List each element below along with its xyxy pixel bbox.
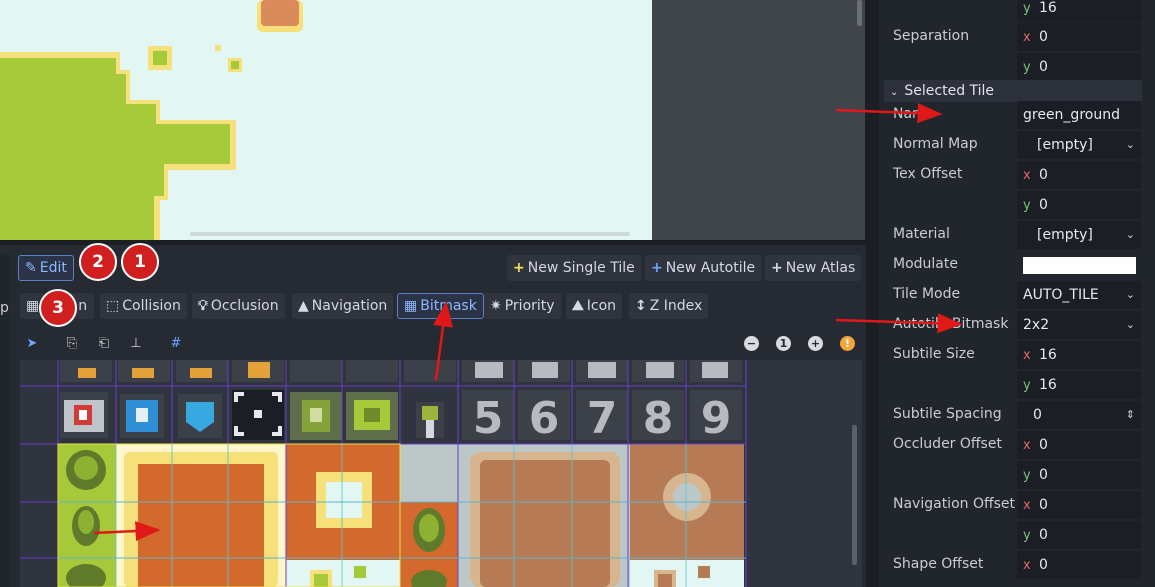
pencil-icon: ✎ <box>25 260 37 276</box>
navigation-offset-label: Navigation Offset <box>893 496 1016 512</box>
viewport-hscrollbar[interactable] <box>190 232 630 236</box>
navigation-icon: ▲ <box>298 298 309 314</box>
material-picker[interactable]: [empty] ⌄ <box>1017 221 1141 249</box>
plus-icon: + <box>771 260 783 276</box>
inspector-scrollbar[interactable] <box>1145 0 1155 587</box>
occlusion-icon: 💡︎ <box>198 298 208 314</box>
atlas-texture: 5 6 7 8 9 <box>20 360 747 587</box>
subtile-spacing-label: Subtile Spacing <box>893 406 1002 422</box>
annotation-badge-1: 1 <box>121 243 159 281</box>
zoom-in-icon[interactable]: + <box>808 336 823 351</box>
tile-mode-label: Tile Mode <box>893 286 961 302</box>
tileset-atlas[interactable]: 5 6 7 8 9 <box>20 360 862 587</box>
atlas-digit: 7 <box>587 393 618 444</box>
region-icon: ▦ <box>26 298 40 314</box>
inspector-gutter <box>866 0 879 587</box>
shape-offset-x-field[interactable]: x0 <box>1017 551 1141 579</box>
atlas-vscrollbar[interactable] <box>852 425 857 565</box>
normal-map-label: Normal Map <box>893 136 978 152</box>
collision-icon: ⬚ <box>106 298 120 314</box>
material-label: Material <box>893 226 950 242</box>
subtile-size-y-field[interactable]: y 16 <box>1017 371 1141 399</box>
info-icon[interactable]: ! <box>840 336 855 351</box>
modulate-color-swatch[interactable] <box>1023 257 1136 274</box>
navigation-offset-x-field[interactable]: x0 <box>1017 491 1141 519</box>
new-single-tile-button[interactable]: + New Single Tile <box>507 255 641 281</box>
zoom-out-icon[interactable]: − <box>744 336 759 351</box>
annotation-badge-3: 3 <box>39 289 77 327</box>
selected-tile-section[interactable]: ⌄ Selected Tile <box>884 80 1142 102</box>
occluder-offset-y-field[interactable]: y0 <box>1017 461 1141 489</box>
tile-mode-select[interactable]: AUTO_TILE ⌄ <box>1017 281 1141 309</box>
plus-icon: + <box>513 260 525 276</box>
z-index-icon: ↕ <box>635 298 647 314</box>
tab-icon[interactable]: ⛰︎ Icon <box>566 293 623 319</box>
atlas-digit: 6 <box>529 393 560 444</box>
chevron-down-icon: ⌄ <box>1125 228 1135 241</box>
tab-navigation[interactable]: ▲ Navigation <box>292 293 394 319</box>
tab-occlusion[interactable]: 💡︎ Occlusion <box>192 293 285 319</box>
subtile-size-label: Subtile Size <box>893 346 975 362</box>
tex-offset-x-field[interactable]: x0 <box>1017 161 1141 189</box>
tex-offset-label: Tex Offset <box>893 166 963 182</box>
chevron-down-icon: ⌄ <box>1125 138 1135 151</box>
tex-offset-y-field[interactable]: y0 <box>1017 191 1141 219</box>
atlas-digit: 9 <box>701 393 732 444</box>
name-field[interactable]: green_ground <box>1017 101 1141 129</box>
new-atlas-button[interactable]: + New Atlas <box>765 255 862 281</box>
bitmask-icon: ▦ <box>404 298 418 314</box>
copy-icon[interactable]: ⎘ <box>64 337 80 351</box>
island-map <box>0 0 303 240</box>
viewport-outside-area <box>652 0 865 240</box>
subtile-spacing-spinbox[interactable]: 0 ⇕ <box>1017 401 1141 429</box>
priority-icon: ✷ <box>490 298 502 314</box>
autotile-bitmask-select[interactable]: 2x2 ⌄ <box>1017 311 1141 339</box>
occluder-offset-label: Occluder Offset <box>893 436 1002 452</box>
navigation-offset-y-field[interactable]: y0 <box>1017 521 1141 549</box>
normal-map-picker[interactable]: [empty] ⌄ <box>1017 131 1141 159</box>
scene-viewport[interactable] <box>0 0 865 240</box>
occluder-offset-x-field[interactable]: x0 <box>1017 431 1141 459</box>
edit-button[interactable]: ✎ Edit <box>18 255 74 281</box>
plus-icon: + <box>651 260 663 276</box>
grid-snap-icon[interactable]: # <box>168 337 184 351</box>
atlas-digit: 5 <box>473 393 504 444</box>
chevron-down-icon: ⌄ <box>1125 288 1135 301</box>
paste-icon[interactable]: ⎗ <box>96 337 112 351</box>
top-y-field[interactable]: y 16 <box>1017 0 1141 22</box>
tab-priority[interactable]: ✷ Priority <box>484 293 561 319</box>
tab-bitmask[interactable]: ▦ Bitmask <box>397 293 484 319</box>
chevron-down-icon: ⌄ <box>890 87 899 98</box>
new-autotile-button[interactable]: + New Autotile <box>645 255 762 281</box>
viewport-vscrollbar[interactable] <box>857 0 862 26</box>
separation-x-field[interactable]: x0 <box>1017 23 1141 51</box>
erase-icon[interactable]: ⊥ <box>128 337 144 351</box>
image-icon: ⛰︎ <box>572 298 584 314</box>
select-cursor-icon[interactable]: ➤ <box>24 337 40 351</box>
modulate-label: Modulate <box>893 256 958 272</box>
cut-off-label: p <box>0 300 9 316</box>
annotation-badge-2: 2 <box>79 243 117 281</box>
chevron-down-icon: ⌄ <box>1125 318 1135 331</box>
separation-y-field[interactable]: y0 <box>1017 53 1141 81</box>
subtile-size-x-field[interactable]: x 16 <box>1017 341 1141 369</box>
separation-label: Separation <box>893 28 970 44</box>
name-label: Name <box>893 106 935 122</box>
tab-z-index[interactable]: ↕ Z Index <box>629 293 709 319</box>
spin-arrows-icon: ⇕ <box>1125 408 1135 421</box>
zoom-reset-icon[interactable]: 1 <box>776 336 791 351</box>
autotile-bitmask-label: Autotile Bitmask <box>893 316 1009 332</box>
tab-collision[interactable]: ⬚ Collision <box>100 293 187 319</box>
atlas-digit: 8 <box>643 393 674 444</box>
shape-offset-label: Shape Offset <box>893 556 984 572</box>
